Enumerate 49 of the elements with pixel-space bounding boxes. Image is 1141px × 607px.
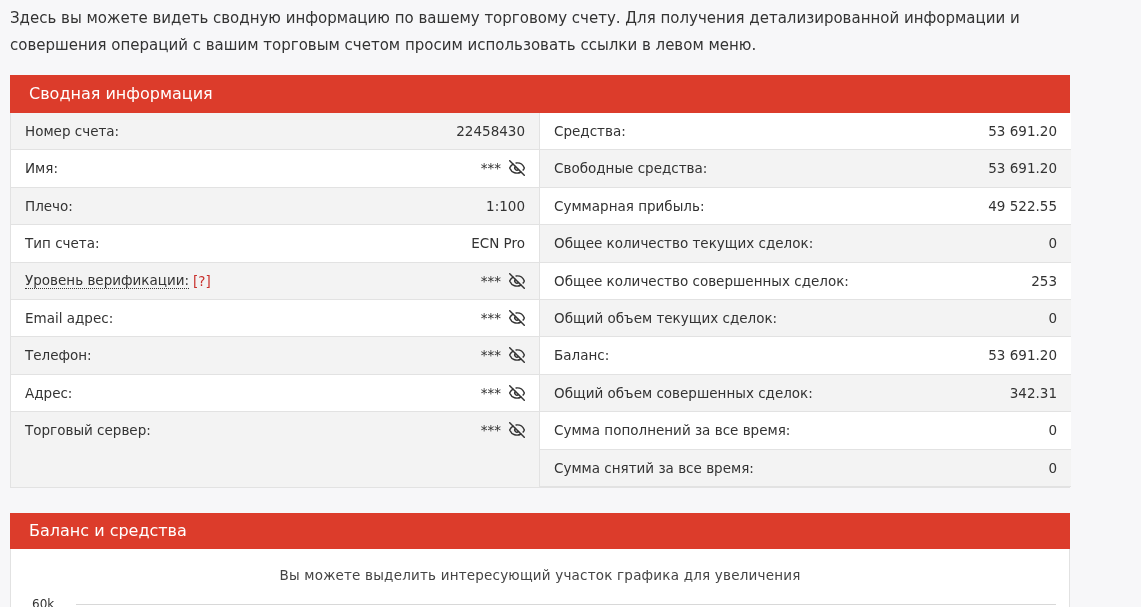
field-label: Адрес:: [25, 383, 73, 402]
eye-off-icon[interactable]: [509, 309, 525, 326]
eye-off-icon[interactable]: [509, 422, 525, 439]
field-value: ***: [480, 159, 501, 178]
intro-text: Здесь вы можете видеть сводную информацию по вашему торговому счету. Для получения детализированной информации и совершения операций с вашим торговым счетом просим использовать ссылки в левом меню.: [10, 8, 1021, 56]
field-label: Общее количество текущих сделок:: [554, 234, 814, 253]
field-value: 1:100: [486, 196, 525, 215]
field-label: Суммарная прибыль:: [554, 196, 705, 215]
field-label: Тип счета:: [25, 234, 100, 253]
eye-off-icon[interactable]: [509, 272, 525, 289]
field-label: Сумма пополнений за все время:: [554, 421, 791, 440]
field-label: Уровень верификации:: [25, 272, 190, 290]
field-value: 0: [1048, 234, 1057, 253]
field-label: Имя:: [25, 159, 58, 178]
field-label: Торговый сервер:: [25, 421, 151, 440]
field-label: Свободные средства:: [554, 159, 708, 178]
field-label: Сумма снятий за все время:: [554, 458, 754, 477]
field-value: 53 691.20: [988, 122, 1057, 140]
field-value: 49 522.55: [988, 196, 1057, 215]
field-value: ***: [480, 271, 501, 290]
field-value: ***: [480, 346, 501, 365]
field-label: Общий объем текущих сделок:: [554, 308, 778, 327]
panel-header: Баланс и средства: [10, 513, 1070, 549]
field-label: Email адрес:: [25, 308, 114, 327]
help-link[interactable]: [?]: [193, 271, 211, 290]
field-value: 253: [1031, 271, 1057, 290]
field-value: 53 691.20: [988, 346, 1057, 365]
eye-off-icon[interactable]: [509, 347, 525, 364]
field-label: Плечо:: [25, 196, 73, 215]
chart-hint: Вы можете выделить интересующий участок графика для увеличения: [279, 566, 801, 585]
eye-off-icon[interactable]: [509, 384, 525, 401]
panel-header: Сводная информация: [10, 75, 1070, 113]
field-label: Номер счета:: [25, 122, 120, 140]
field-value: 0: [1048, 308, 1057, 327]
field-value: 22458430: [456, 122, 525, 140]
field-value: ECN Pro: [471, 234, 525, 253]
field-value: 0: [1048, 421, 1057, 440]
field-label: Телефон:: [25, 346, 92, 365]
field-value: 0: [1048, 458, 1057, 477]
field-value: ***: [480, 383, 501, 402]
field-value: ***: [480, 421, 501, 440]
field-value: 342.31: [1009, 383, 1057, 402]
field-label: Общее количество совершенных сделок:: [554, 271, 849, 290]
field-value: 53 691.20: [988, 159, 1057, 178]
field-label: Общий объем совершенных сделок:: [554, 383, 813, 402]
eye-off-icon[interactable]: [509, 160, 525, 177]
field-label: Баланс:: [554, 346, 610, 365]
field-label: Средства:: [554, 122, 626, 140]
field-value: ***: [480, 308, 501, 327]
